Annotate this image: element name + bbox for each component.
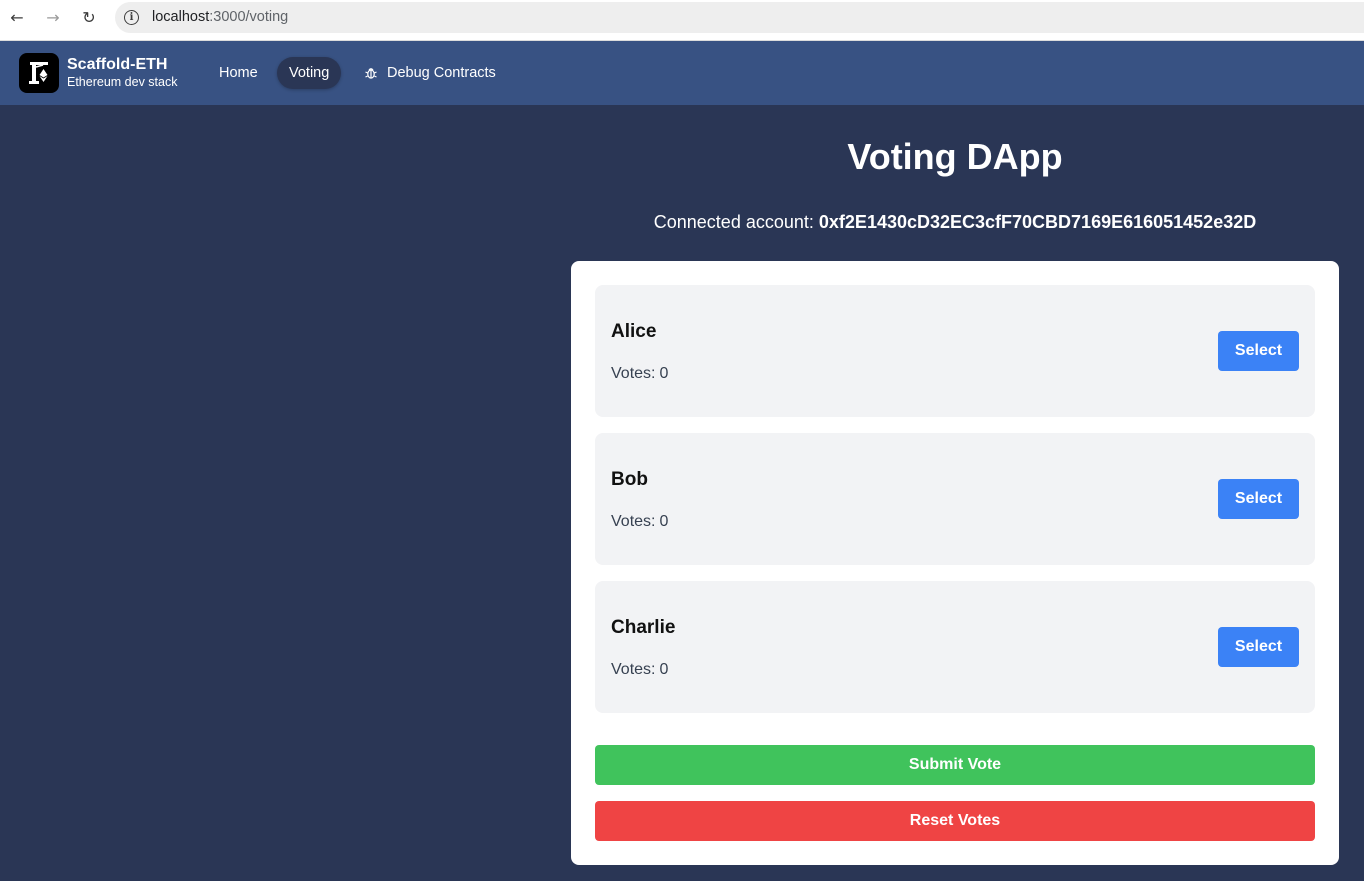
candidate-name: Alice	[611, 321, 657, 342]
bug-icon	[364, 66, 378, 80]
candidate-votes: Votes: 0	[611, 513, 668, 531]
url-text[interactable]: localhost:3000/voting	[152, 9, 288, 25]
app-header: Scaffold-ETH Ethereum dev stack Home Vot…	[0, 41, 1364, 105]
browser-toolbar: ← → ↻ i localhost:3000/voting	[0, 0, 1364, 41]
connected-account: Connected account: 0xf2E1430cD32EC3cfF70…	[571, 212, 1339, 233]
brand-title[interactable]: Scaffold-ETH	[67, 56, 167, 74]
site-info-icon[interactable]: i	[124, 10, 139, 25]
brand-subtitle: Ethereum dev stack	[67, 75, 178, 89]
candidate-name: Charlie	[611, 617, 676, 638]
select-charlie-button[interactable]: Select	[1218, 627, 1299, 667]
votes-label: Votes:	[611, 513, 656, 530]
votes-label: Votes:	[611, 365, 656, 382]
forward-icon[interactable]: →	[41, 5, 65, 29]
candidate-alice: Alice Votes: 0 Select	[595, 285, 1315, 417]
nav-home[interactable]: Home	[207, 57, 270, 89]
account-address: 0xf2E1430cD32EC3cfF70CBD7169E616051452e3…	[818, 212, 1257, 232]
url-path: :3000/voting	[209, 9, 289, 25]
nav-voting[interactable]: Voting	[277, 57, 342, 89]
votes-count: 0	[659, 661, 669, 678]
nav-home-label: Home	[219, 65, 258, 81]
votes-count: 0	[659, 365, 669, 382]
scaffold-eth-logo-icon[interactable]	[19, 53, 59, 93]
candidate-votes: Votes: 0	[611, 661, 668, 679]
select-alice-button[interactable]: Select	[1218, 331, 1299, 371]
address-bar[interactable]: i localhost:3000/voting	[115, 2, 1364, 33]
votes-count: 0	[659, 513, 669, 530]
candidate-votes: Votes: 0	[611, 365, 668, 383]
back-icon[interactable]: ←	[5, 5, 29, 29]
page-title: Voting DApp	[847, 136, 1063, 177]
select-bob-button[interactable]: Select	[1218, 479, 1299, 519]
submit-vote-button[interactable]: Submit Vote	[595, 745, 1315, 785]
url-host: localhost	[152, 9, 210, 25]
candidate-charlie: Charlie Votes: 0 Select	[595, 581, 1315, 713]
account-label: Connected account:	[653, 212, 814, 232]
candidate-name: Bob	[611, 469, 648, 490]
reload-icon[interactable]: ↻	[77, 5, 101, 29]
voting-card: Alice Votes: 0 Select Bob Votes: 0 Select …	[571, 261, 1339, 865]
votes-label: Votes:	[611, 661, 656, 678]
nav-voting-label: Voting	[289, 65, 330, 81]
candidate-bob: Bob Votes: 0 Select	[595, 433, 1315, 565]
reset-votes-button[interactable]: Reset Votes	[595, 801, 1315, 841]
nav-debug-contracts[interactable]: Debug Contracts	[352, 57, 508, 89]
nav-debug-label: Debug Contracts	[387, 65, 496, 81]
